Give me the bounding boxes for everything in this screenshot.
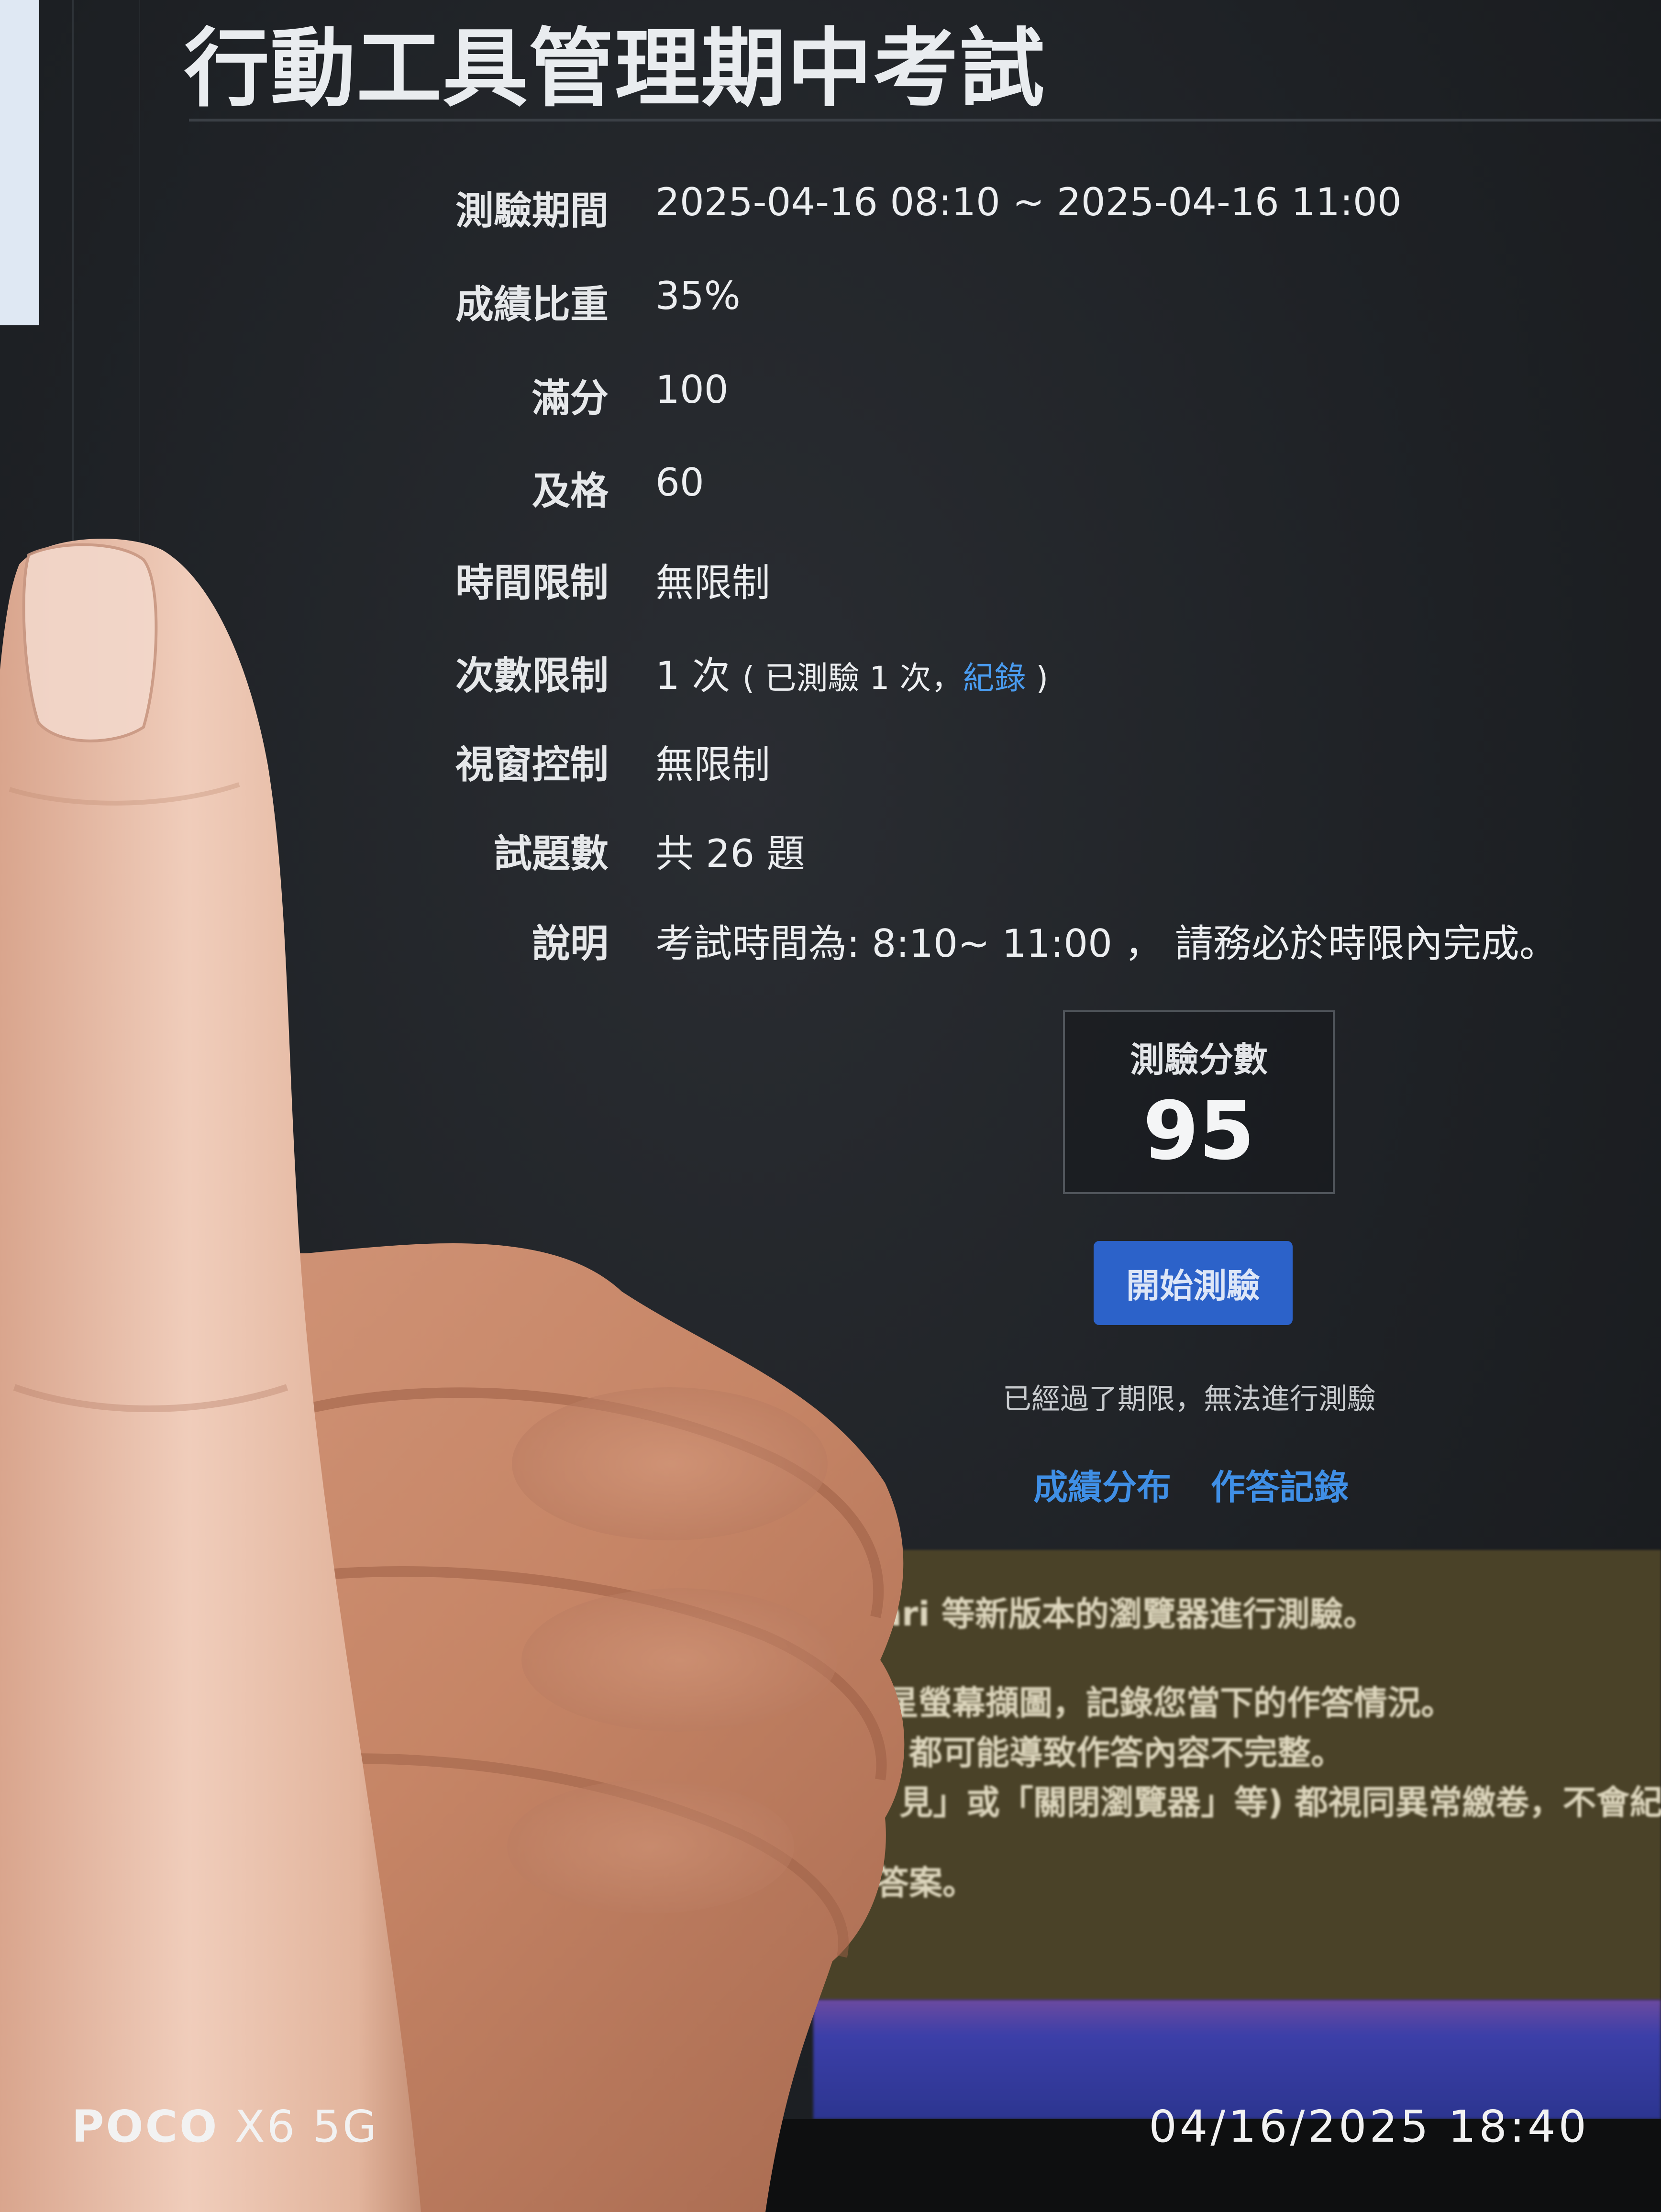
answer-records-link[interactable]: 作答記錄 [1211,1467,1349,1507]
info-label: 視窗控制 [455,742,609,787]
info-value: 60 [655,460,704,505]
info-row-full-score: 滿分 100 [0,367,1661,434]
title-divider [189,119,1661,122]
brand-model: X6 5G [234,2101,379,2152]
info-row-pass: 及格 60 [0,460,1661,527]
info-value: 考試時間為: 8:10~ 11:00 ， 請務必於時限內完成。 [655,921,1558,966]
info-row-time-limit: 時間限制 無限制 [0,552,1661,619]
notice-line: 見」或「關閉瀏覽器」等) 都視同異常繳卷，不會紀錄 [899,1783,1661,1822]
result-links: 成績分布 作答記錄 [1033,1459,1377,1509]
info-row-description: 說明 考試時間為: 8:10~ 11:00 ， 請務必於時限內完成。 [0,913,1661,980]
info-row-window-control: 視窗控制 無限制 [0,734,1661,801]
info-value: 35% [655,274,741,318]
notice-line: 星螢幕擷圖，記錄您當下的作答情況。 [885,1683,1454,1723]
info-value: 1 次 ( 已測驗 1 次，紀錄 ) [655,645,1048,700]
score-value: 95 [1143,1084,1255,1178]
info-value: 100 [655,367,729,412]
attempt-detail-close: ) [1026,660,1049,697]
info-value: 無限制 [655,561,770,605]
expired-note: 已經過了期限，無法進行測驗 [1003,1382,1376,1416]
info-row-question-count: 試題數 共 26 題 [0,823,1661,890]
info-label: 時間限制 [455,561,609,605]
start-exam-button[interactable]: 開始測驗 [1094,1241,1293,1325]
info-label: 測驗期間 [455,188,609,233]
info-label: 說明 [532,921,609,966]
notice-line: 都可能導致作答內容不完整。 [909,1733,1344,1772]
info-value: 2025-04-16 08:10 ~ 2025-04-16 11:00 [655,180,1402,224]
info-label: 及格 [532,469,609,513]
info-label: 成績比重 [455,282,609,327]
attempt-detail: ( 已測驗 1 次， [742,660,963,697]
notice-line: 的答案。 [842,1863,976,1902]
camera-watermark-brand: POCO X6 5G [72,2101,378,2152]
score-label: 測驗分數 [1129,1040,1268,1080]
attempt-count: 1 次 [655,653,731,698]
monitor-screen: 行動工具管理期中考試 測驗期間 2025-04-16 08:10 ~ 2025-… [0,0,1661,2212]
brand-name: POCO [72,2101,219,2152]
info-row-weight: 成績比重 35% [0,274,1661,341]
notice-line: afari 等新版本的瀏覽器進行測驗。 [842,1594,1377,1634]
info-label: 次數限制 [455,653,609,698]
info-row-period: 測驗期間 2025-04-16 08:10 ~ 2025-04-16 11:00 [0,180,1661,247]
info-row-attempt-limit: 次數限制 1 次 ( 已測驗 1 次，紀錄 ) [0,645,1661,712]
page-title: 行動工具管理期中考試 [184,19,1045,118]
info-value: 共 26 題 [655,831,805,876]
info-value: 無限制 [655,742,770,787]
camera-watermark-datetime: 04/16/2025 18:40 [1149,2101,1589,2152]
score-distribution-link[interactable]: 成績分布 [1033,1467,1171,1507]
attempt-record-link[interactable]: 紀錄 [963,660,1026,697]
info-label: 滿分 [532,376,609,420]
score-box: 測驗分數 95 [1063,1010,1335,1194]
info-label: 試題數 [494,831,609,876]
